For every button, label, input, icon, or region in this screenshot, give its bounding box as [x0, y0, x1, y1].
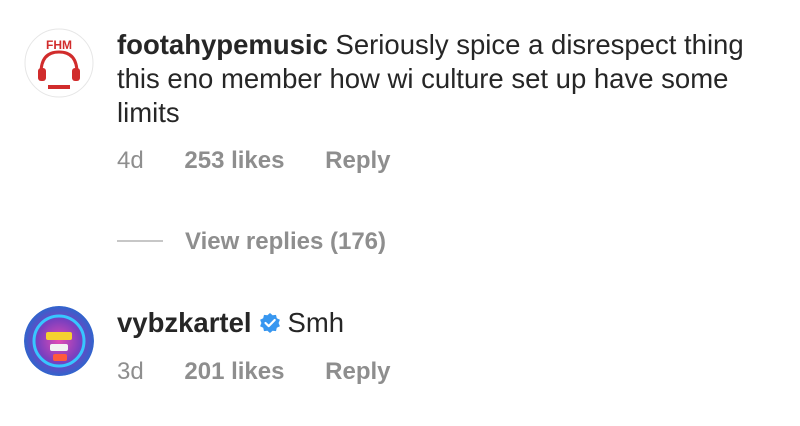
comment-text-block: vybzkartel Smh	[117, 306, 777, 340]
reply-button[interactable]: Reply	[325, 147, 390, 175]
avatar[interactable]: FHM	[24, 28, 94, 98]
comment-text-block: footahypemusic Seriously spice a disresp…	[117, 28, 777, 130]
divider-line	[117, 239, 163, 242]
fhm-logo-icon: FHM	[24, 28, 94, 98]
verified-badge-icon	[259, 313, 280, 333]
view-replies-label: View replies (176)	[185, 228, 386, 255]
comment-time: 3d	[117, 358, 144, 385]
comment-username[interactable]: footahypemusic	[117, 29, 328, 60]
comment-likes[interactable]: 201 likes	[184, 358, 284, 386]
comment-username[interactable]: vybzkartel	[117, 307, 252, 338]
comment-time: 4d	[117, 147, 144, 174]
avatar[interactable]	[24, 306, 94, 376]
comment-likes[interactable]: 253 likes	[184, 147, 284, 175]
comment-meta: 4d 253 likes Reply	[117, 147, 391, 175]
svg-text:FHM: FHM	[46, 38, 72, 52]
comment-body: Smh	[287, 307, 345, 338]
vybzkartel-avatar-icon	[24, 306, 94, 376]
view-replies-button[interactable]: View replies (176)	[117, 228, 386, 256]
reply-button[interactable]: Reply	[325, 358, 390, 386]
comment-meta: 3d 201 likes Reply	[117, 358, 391, 386]
